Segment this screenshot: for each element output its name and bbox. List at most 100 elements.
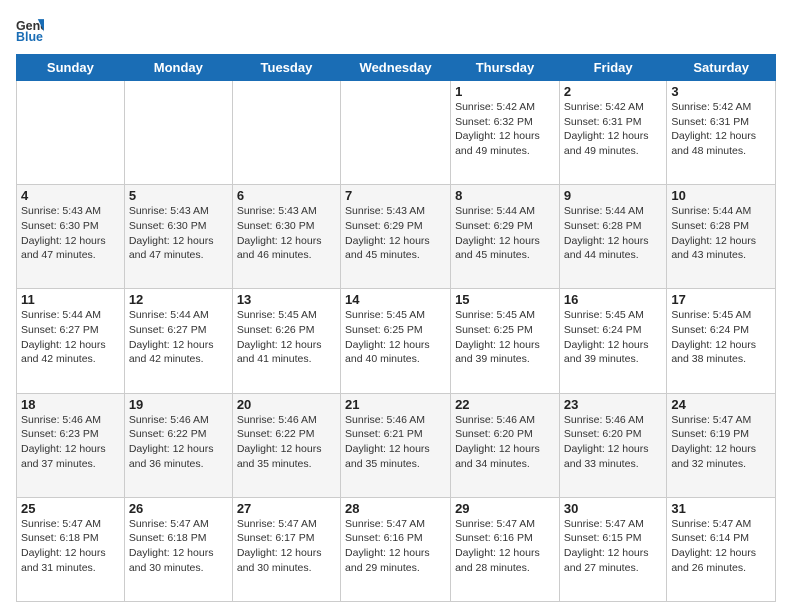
day-info: Sunrise: 5:46 AM Sunset: 6:23 PM Dayligh… — [21, 413, 120, 472]
day-info: Sunrise: 5:45 AM Sunset: 6:25 PM Dayligh… — [345, 308, 446, 367]
day-info: Sunrise: 5:45 AM Sunset: 6:24 PM Dayligh… — [671, 308, 771, 367]
day-info: Sunrise: 5:43 AM Sunset: 6:30 PM Dayligh… — [129, 204, 228, 263]
calendar-week-1: 1Sunrise: 5:42 AM Sunset: 6:32 PM Daylig… — [17, 81, 776, 185]
header: General Blue — [16, 16, 776, 44]
calendar-cell: 7Sunrise: 5:43 AM Sunset: 6:29 PM Daylig… — [341, 185, 451, 289]
calendar-cell: 9Sunrise: 5:44 AM Sunset: 6:28 PM Daylig… — [559, 185, 666, 289]
calendar-cell: 27Sunrise: 5:47 AM Sunset: 6:17 PM Dayli… — [232, 497, 340, 601]
day-number: 11 — [21, 292, 120, 307]
calendar-cell — [124, 81, 232, 185]
day-info: Sunrise: 5:45 AM Sunset: 6:24 PM Dayligh… — [564, 308, 662, 367]
calendar-table: SundayMondayTuesdayWednesdayThursdayFrid… — [16, 54, 776, 602]
day-info: Sunrise: 5:44 AM Sunset: 6:29 PM Dayligh… — [455, 204, 555, 263]
day-number: 24 — [671, 397, 771, 412]
day-info: Sunrise: 5:47 AM Sunset: 6:19 PM Dayligh… — [671, 413, 771, 472]
page: General Blue SundayMondayTuesdayWednesda… — [0, 0, 792, 612]
calendar-cell — [341, 81, 451, 185]
calendar-cell: 10Sunrise: 5:44 AM Sunset: 6:28 PM Dayli… — [667, 185, 776, 289]
calendar-cell: 8Sunrise: 5:44 AM Sunset: 6:29 PM Daylig… — [451, 185, 560, 289]
day-info: Sunrise: 5:44 AM Sunset: 6:28 PM Dayligh… — [564, 204, 662, 263]
calendar-cell: 11Sunrise: 5:44 AM Sunset: 6:27 PM Dayli… — [17, 289, 125, 393]
day-info: Sunrise: 5:47 AM Sunset: 6:15 PM Dayligh… — [564, 517, 662, 576]
day-info: Sunrise: 5:42 AM Sunset: 6:32 PM Dayligh… — [455, 100, 555, 159]
calendar-cell: 21Sunrise: 5:46 AM Sunset: 6:21 PM Dayli… — [341, 393, 451, 497]
calendar-cell: 23Sunrise: 5:46 AM Sunset: 6:20 PM Dayli… — [559, 393, 666, 497]
day-info: Sunrise: 5:47 AM Sunset: 6:17 PM Dayligh… — [237, 517, 336, 576]
day-info: Sunrise: 5:43 AM Sunset: 6:29 PM Dayligh… — [345, 204, 446, 263]
calendar-week-4: 18Sunrise: 5:46 AM Sunset: 6:23 PM Dayli… — [17, 393, 776, 497]
day-number: 25 — [21, 501, 120, 516]
day-info: Sunrise: 5:42 AM Sunset: 6:31 PM Dayligh… — [671, 100, 771, 159]
day-number: 3 — [671, 84, 771, 99]
day-number: 13 — [237, 292, 336, 307]
day-number: 1 — [455, 84, 555, 99]
calendar-week-2: 4Sunrise: 5:43 AM Sunset: 6:30 PM Daylig… — [17, 185, 776, 289]
calendar-body: 1Sunrise: 5:42 AM Sunset: 6:32 PM Daylig… — [17, 81, 776, 602]
calendar-cell: 1Sunrise: 5:42 AM Sunset: 6:32 PM Daylig… — [451, 81, 560, 185]
calendar-week-3: 11Sunrise: 5:44 AM Sunset: 6:27 PM Dayli… — [17, 289, 776, 393]
day-number: 18 — [21, 397, 120, 412]
calendar-cell: 16Sunrise: 5:45 AM Sunset: 6:24 PM Dayli… — [559, 289, 666, 393]
day-info: Sunrise: 5:46 AM Sunset: 6:20 PM Dayligh… — [564, 413, 662, 472]
calendar-cell: 4Sunrise: 5:43 AM Sunset: 6:30 PM Daylig… — [17, 185, 125, 289]
day-number: 26 — [129, 501, 228, 516]
day-number: 15 — [455, 292, 555, 307]
logo: General Blue — [16, 16, 48, 44]
calendar-cell: 25Sunrise: 5:47 AM Sunset: 6:18 PM Dayli… — [17, 497, 125, 601]
calendar-cell: 15Sunrise: 5:45 AM Sunset: 6:25 PM Dayli… — [451, 289, 560, 393]
day-info: Sunrise: 5:47 AM Sunset: 6:16 PM Dayligh… — [345, 517, 446, 576]
day-info: Sunrise: 5:44 AM Sunset: 6:28 PM Dayligh… — [671, 204, 771, 263]
calendar-cell: 28Sunrise: 5:47 AM Sunset: 6:16 PM Dayli… — [341, 497, 451, 601]
day-number: 23 — [564, 397, 662, 412]
calendar-header-sunday: Sunday — [17, 55, 125, 81]
calendar-cell: 6Sunrise: 5:43 AM Sunset: 6:30 PM Daylig… — [232, 185, 340, 289]
calendar-cell: 18Sunrise: 5:46 AM Sunset: 6:23 PM Dayli… — [17, 393, 125, 497]
day-number: 9 — [564, 188, 662, 203]
day-info: Sunrise: 5:47 AM Sunset: 6:18 PM Dayligh… — [21, 517, 120, 576]
day-number: 20 — [237, 397, 336, 412]
calendar-cell: 5Sunrise: 5:43 AM Sunset: 6:30 PM Daylig… — [124, 185, 232, 289]
day-info: Sunrise: 5:44 AM Sunset: 6:27 PM Dayligh… — [21, 308, 120, 367]
day-number: 14 — [345, 292, 446, 307]
day-number: 29 — [455, 501, 555, 516]
day-number: 30 — [564, 501, 662, 516]
day-info: Sunrise: 5:47 AM Sunset: 6:14 PM Dayligh… — [671, 517, 771, 576]
calendar-header-row: SundayMondayTuesdayWednesdayThursdayFrid… — [17, 55, 776, 81]
calendar-week-5: 25Sunrise: 5:47 AM Sunset: 6:18 PM Dayli… — [17, 497, 776, 601]
day-info: Sunrise: 5:46 AM Sunset: 6:20 PM Dayligh… — [455, 413, 555, 472]
day-info: Sunrise: 5:43 AM Sunset: 6:30 PM Dayligh… — [237, 204, 336, 263]
calendar-header-wednesday: Wednesday — [341, 55, 451, 81]
calendar-header-friday: Friday — [559, 55, 666, 81]
calendar-cell: 19Sunrise: 5:46 AM Sunset: 6:22 PM Dayli… — [124, 393, 232, 497]
calendar-header-saturday: Saturday — [667, 55, 776, 81]
calendar-cell: 17Sunrise: 5:45 AM Sunset: 6:24 PM Dayli… — [667, 289, 776, 393]
day-number: 5 — [129, 188, 228, 203]
day-number: 21 — [345, 397, 446, 412]
day-number: 28 — [345, 501, 446, 516]
day-number: 2 — [564, 84, 662, 99]
calendar-cell: 30Sunrise: 5:47 AM Sunset: 6:15 PM Dayli… — [559, 497, 666, 601]
day-info: Sunrise: 5:46 AM Sunset: 6:21 PM Dayligh… — [345, 413, 446, 472]
day-info: Sunrise: 5:46 AM Sunset: 6:22 PM Dayligh… — [237, 413, 336, 472]
calendar-header-monday: Monday — [124, 55, 232, 81]
calendar-cell: 13Sunrise: 5:45 AM Sunset: 6:26 PM Dayli… — [232, 289, 340, 393]
day-number: 19 — [129, 397, 228, 412]
day-info: Sunrise: 5:43 AM Sunset: 6:30 PM Dayligh… — [21, 204, 120, 263]
day-number: 22 — [455, 397, 555, 412]
day-number: 6 — [237, 188, 336, 203]
calendar-cell — [17, 81, 125, 185]
day-number: 27 — [237, 501, 336, 516]
calendar-cell: 14Sunrise: 5:45 AM Sunset: 6:25 PM Dayli… — [341, 289, 451, 393]
svg-text:Blue: Blue — [16, 30, 43, 44]
day-info: Sunrise: 5:44 AM Sunset: 6:27 PM Dayligh… — [129, 308, 228, 367]
generalblue-logo-icon: General Blue — [16, 16, 44, 44]
calendar-header-thursday: Thursday — [451, 55, 560, 81]
day-number: 12 — [129, 292, 228, 307]
calendar-cell: 29Sunrise: 5:47 AM Sunset: 6:16 PM Dayli… — [451, 497, 560, 601]
day-number: 31 — [671, 501, 771, 516]
calendar-cell: 22Sunrise: 5:46 AM Sunset: 6:20 PM Dayli… — [451, 393, 560, 497]
day-info: Sunrise: 5:47 AM Sunset: 6:16 PM Dayligh… — [455, 517, 555, 576]
day-number: 17 — [671, 292, 771, 307]
calendar-cell: 2Sunrise: 5:42 AM Sunset: 6:31 PM Daylig… — [559, 81, 666, 185]
day-info: Sunrise: 5:45 AM Sunset: 6:26 PM Dayligh… — [237, 308, 336, 367]
